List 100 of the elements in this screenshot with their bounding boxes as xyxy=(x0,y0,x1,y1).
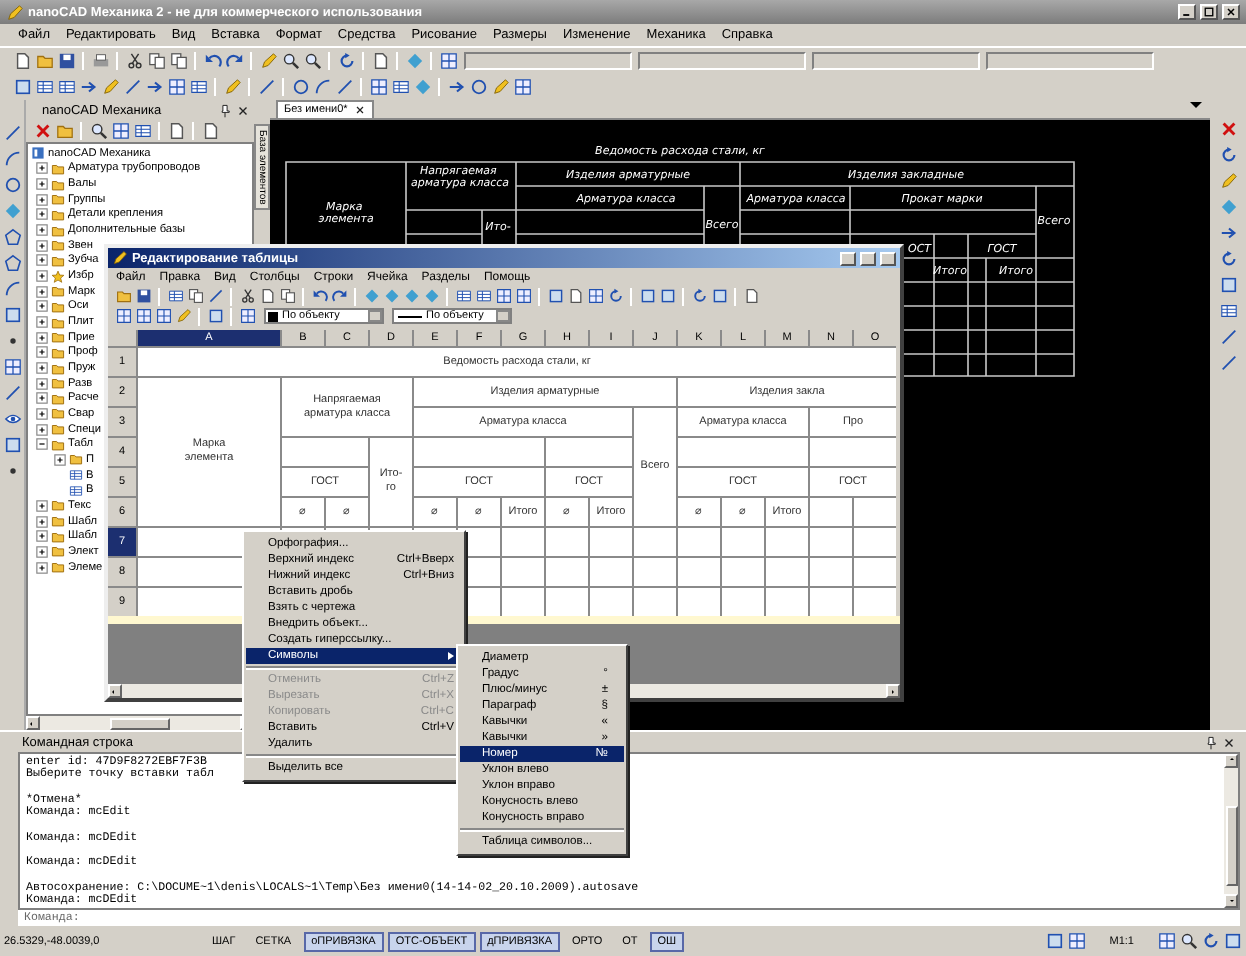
maximize-button[interactable] xyxy=(860,251,876,265)
line-icon[interactable] xyxy=(123,78,141,96)
document-icon[interactable] xyxy=(259,288,275,304)
expand-icon[interactable] xyxy=(36,193,48,206)
redo-icon[interactable] xyxy=(225,52,243,70)
expand-icon[interactable] xyxy=(36,515,48,528)
line-icon[interactable] xyxy=(207,288,223,304)
circle-icon[interactable] xyxy=(291,78,309,96)
expand-icon[interactable] xyxy=(36,561,48,574)
dropdown-field[interactable] xyxy=(464,52,632,70)
dropdown-field[interactable] xyxy=(812,52,980,70)
printer-icon[interactable] xyxy=(91,52,109,70)
arrow-icon[interactable] xyxy=(145,78,163,96)
grid-icon[interactable] xyxy=(115,308,131,324)
undo-icon[interactable] xyxy=(203,52,221,70)
line-icon[interactable] xyxy=(3,124,21,142)
close-button[interactable] xyxy=(880,251,896,265)
grid-icon[interactable] xyxy=(515,288,531,304)
document-icon[interactable] xyxy=(567,288,583,304)
expand-icon[interactable] xyxy=(36,362,48,375)
square-icon[interactable] xyxy=(207,308,223,324)
table-icon[interactable] xyxy=(455,288,471,304)
arrow-icon[interactable] xyxy=(79,78,97,96)
square-icon[interactable] xyxy=(659,288,675,304)
pencil-icon[interactable] xyxy=(101,78,119,96)
line-icon[interactable] xyxy=(1219,354,1237,372)
dropdown-field[interactable] xyxy=(986,52,1154,70)
table-icon[interactable] xyxy=(167,288,183,304)
close-icon[interactable] xyxy=(353,104,366,116)
square-icon[interactable] xyxy=(711,288,727,304)
rotate-icon[interactable] xyxy=(1202,932,1220,950)
expand-icon[interactable] xyxy=(36,392,48,405)
close-icon[interactable] xyxy=(1222,735,1236,749)
magnifier-icon[interactable] xyxy=(281,52,299,70)
rotate-icon[interactable] xyxy=(1219,146,1237,164)
eye-icon[interactable] xyxy=(3,410,21,428)
line-icon[interactable] xyxy=(3,384,21,402)
arc-icon[interactable] xyxy=(3,280,21,298)
expand-icon[interactable] xyxy=(36,270,48,283)
circle-icon[interactable] xyxy=(3,176,21,194)
expand-icon[interactable] xyxy=(36,377,48,390)
square-icon[interactable] xyxy=(547,288,563,304)
scissors-icon[interactable] xyxy=(239,288,255,304)
expand-icon[interactable] xyxy=(36,545,48,558)
scrollbar[interactable] xyxy=(1224,754,1238,908)
expand-icon[interactable] xyxy=(36,208,48,221)
square-icon[interactable] xyxy=(1219,276,1237,294)
table-icon[interactable] xyxy=(133,122,151,140)
rotate-icon[interactable] xyxy=(607,288,623,304)
grid-icon[interactable] xyxy=(1158,932,1176,950)
document-icon[interactable] xyxy=(13,52,31,70)
grid-icon[interactable] xyxy=(167,78,185,96)
expand-icon[interactable] xyxy=(36,499,48,512)
expand-icon[interactable] xyxy=(36,254,48,267)
table-icon[interactable] xyxy=(35,78,53,96)
expand-icon[interactable] xyxy=(36,239,48,252)
rotate-icon[interactable] xyxy=(1219,250,1237,268)
arrow-icon[interactable] xyxy=(1219,224,1237,242)
pencil-icon[interactable] xyxy=(1219,172,1237,190)
expand-icon[interactable] xyxy=(36,316,48,329)
redo-icon[interactable] xyxy=(331,288,347,304)
grid-icon[interactable] xyxy=(513,78,531,96)
grid-icon[interactable] xyxy=(3,358,21,376)
square-icon[interactable] xyxy=(13,78,31,96)
grid-icon[interactable] xyxy=(587,288,603,304)
expand-icon[interactable] xyxy=(36,300,48,313)
rotate-icon[interactable] xyxy=(337,52,355,70)
arc-icon[interactable] xyxy=(3,150,21,168)
square-icon[interactable] xyxy=(1224,932,1242,950)
minimize-button[interactable] xyxy=(840,251,856,265)
table-icon[interactable] xyxy=(189,78,207,96)
arrow-icon[interactable] xyxy=(447,78,465,96)
magnifier-icon[interactable] xyxy=(89,122,107,140)
expand-icon[interactable] xyxy=(36,407,48,420)
line-icon[interactable] xyxy=(335,78,353,96)
expand-icon[interactable] xyxy=(54,453,66,466)
square-icon[interactable] xyxy=(3,436,21,454)
grid-icon[interactable] xyxy=(155,308,171,324)
pencil-icon[interactable] xyxy=(491,78,509,96)
collapse-icon[interactable] xyxy=(36,438,48,451)
copy-icon[interactable] xyxy=(187,288,203,304)
maximize-button[interactable] xyxy=(1200,4,1218,20)
arc-icon[interactable] xyxy=(313,78,331,96)
magnifier-icon[interactable] xyxy=(1180,932,1198,950)
grid-icon[interactable] xyxy=(495,288,511,304)
grid-icon[interactable] xyxy=(135,308,151,324)
pin-icon[interactable] xyxy=(1204,735,1218,749)
magnifier-icon[interactable] xyxy=(303,52,321,70)
table-icon[interactable] xyxy=(57,78,75,96)
expand-icon[interactable] xyxy=(36,423,48,436)
expand-icon[interactable] xyxy=(36,331,48,344)
grid-icon[interactable] xyxy=(1067,932,1086,950)
grid-icon[interactable] xyxy=(439,52,457,70)
expand-icon[interactable] xyxy=(36,285,48,298)
grid-icon[interactable] xyxy=(369,78,387,96)
close-button[interactable] xyxy=(1222,4,1240,20)
copy-icon[interactable] xyxy=(279,288,295,304)
dropdown-field[interactable] xyxy=(638,52,806,70)
table-icon[interactable] xyxy=(1219,302,1237,320)
rotate-icon[interactable] xyxy=(691,288,707,304)
